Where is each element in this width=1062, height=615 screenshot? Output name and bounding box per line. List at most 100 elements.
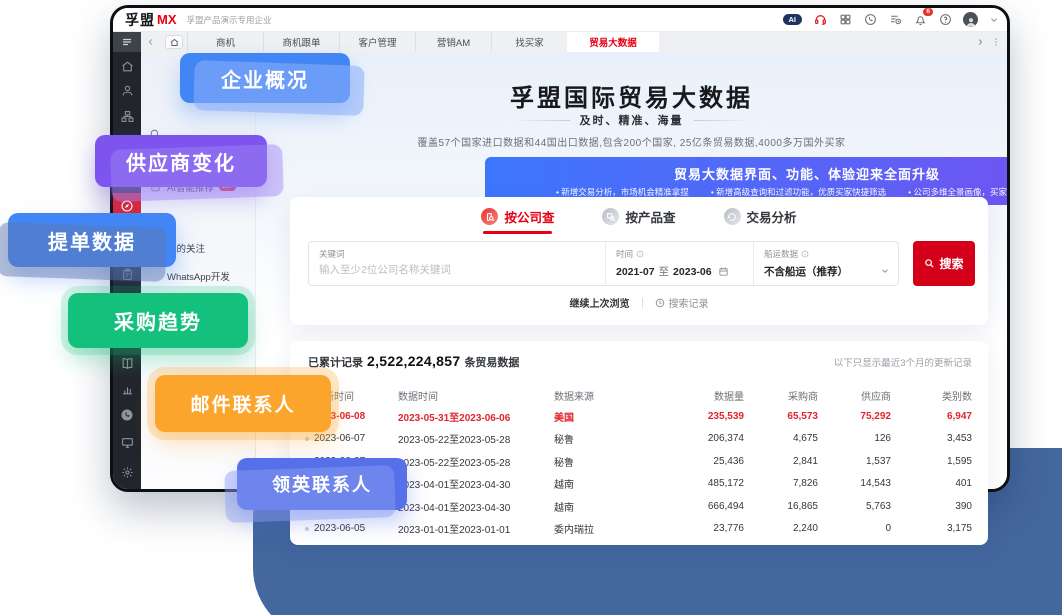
- nav-tab-kehu-guanli[interactable]: 客户管理: [339, 32, 415, 52]
- cell-update: 2023-06-07: [314, 433, 398, 444]
- nav-bar: 商机 商机跟单 客户管理 营销AM 找买家 贸易大数据: [113, 32, 1007, 52]
- nav-tab-shangji[interactable]: 商机: [187, 32, 263, 52]
- cell-suppliers: 75,292: [818, 411, 891, 422]
- cell-buyers: 2,240: [744, 523, 818, 534]
- info-icon: [801, 250, 809, 258]
- bell-icon[interactable]: 6: [913, 13, 927, 27]
- total-prefix: 已累计记录: [308, 354, 363, 370]
- cell-buyers: 4,675: [744, 433, 818, 444]
- page-description: 覆盖57个国家进口数据和44国出口数据,包含200个国家, 25亿条贸易数据,4…: [256, 134, 1007, 149]
- cell-suppliers: 0: [818, 523, 891, 534]
- tab-trade-analysis[interactable]: 交易分析: [724, 207, 797, 234]
- shipping-data-select[interactable]: 船运数据 不含船运（推荐）: [753, 242, 898, 285]
- cell-buyers: 16,865: [744, 501, 818, 512]
- table-row: 2023-06-08 2023-05-31至2023-06-06 美国 235,…: [290, 405, 988, 428]
- tab-search-by-company[interactable]: 按公司查: [481, 207, 554, 234]
- shipping-value: 不含船运（推荐）: [764, 264, 848, 279]
- nav-tab-zhaomaijia[interactable]: 找买家: [491, 32, 567, 52]
- time-separator: 至: [659, 264, 670, 279]
- home-tab-icon[interactable]: [161, 32, 187, 52]
- column-header: 数据时间: [398, 388, 554, 403]
- cell-period: 2023-05-22至2023-05-28: [398, 454, 554, 469]
- monitor-icon[interactable]: [113, 436, 141, 449]
- nav-tab-yingxiao-am[interactable]: 营销AM: [415, 32, 491, 52]
- org-chart-icon[interactable]: [113, 110, 141, 123]
- app-logo-mx: MX: [157, 12, 177, 27]
- home-icon[interactable]: [113, 60, 141, 73]
- feature-label-company-overview: 企业概况: [180, 53, 350, 103]
- column-header: 类别数: [891, 388, 972, 403]
- avatar[interactable]: [963, 12, 978, 27]
- cell-categories: 1,595: [891, 456, 972, 467]
- forward-chevron-icon[interactable]: [975, 37, 985, 47]
- cell-volume: 23,776: [664, 523, 744, 534]
- whatsapp-icon[interactable]: [863, 13, 877, 27]
- cell-buyers: 65,573: [744, 411, 818, 422]
- book-icon[interactable]: [113, 357, 141, 370]
- cell-suppliers: 1,537: [818, 456, 891, 467]
- cell-volume: 25,436: [664, 456, 744, 467]
- top-bar: 孚盟 MX 孚盟产品演示专用企业 AI: [113, 8, 1007, 32]
- continue-browsing-link[interactable]: 继续上次浏览: [570, 295, 630, 310]
- row-dot: [305, 527, 309, 531]
- analysis-icon: [724, 208, 741, 225]
- divider: [514, 120, 570, 121]
- cell-suppliers: 126: [818, 433, 891, 444]
- column-header: 数据来源: [554, 388, 664, 403]
- keyword-label: 关键词: [319, 248, 595, 260]
- search-history-link[interactable]: 搜索记录: [655, 295, 709, 310]
- cell-categories: 401: [891, 478, 972, 489]
- cell-update: 2023-06-05: [314, 523, 398, 534]
- nav-tab-shangji-gendan[interactable]: 商机跟单: [263, 32, 339, 52]
- time-to-value[interactable]: 2023-06: [673, 266, 712, 278]
- cell-source: 越南: [554, 499, 664, 514]
- apps-grid-icon[interactable]: [838, 13, 852, 27]
- hamburger-icon[interactable]: [113, 32, 141, 52]
- cell-buyers: 2,841: [744, 456, 818, 467]
- whatsapp-icon[interactable]: [113, 408, 141, 422]
- column-header: 供应商: [818, 388, 891, 403]
- list-clock-icon[interactable]: [888, 13, 902, 27]
- feature-label-purchase-trend: 采购趋势: [68, 293, 248, 348]
- search-button[interactable]: 搜索: [913, 241, 975, 286]
- time-range-field[interactable]: 时间 2021-07 至 2023-06: [605, 242, 753, 285]
- cell-period: 2023-05-31至2023-06-06: [398, 409, 554, 424]
- cell-suppliers: 5,763: [818, 501, 891, 512]
- keyword-field[interactable]: 关键词: [309, 242, 605, 285]
- page-subtitle: 及时、精准、海量: [580, 112, 684, 128]
- bar-chart-icon[interactable]: [113, 383, 141, 396]
- time-from-value[interactable]: 2021-07: [616, 266, 655, 278]
- page-title: 孚盟国际贸易大数据: [256, 78, 1007, 113]
- feature-label-linkedin-contacts: 领英联系人: [237, 458, 407, 510]
- chevron-down-icon[interactable]: [989, 15, 999, 25]
- back-chevron-icon[interactable]: [141, 32, 161, 52]
- search-form: 关键词 时间 2021-07 至 2023-06 船运数据: [308, 241, 899, 286]
- quick-links: 继续上次浏览 搜索记录: [290, 295, 988, 310]
- cell-period: 2023-05-22至2023-05-28: [398, 431, 554, 446]
- column-header: 采购商: [744, 388, 818, 403]
- cell-categories: 3,453: [891, 433, 972, 444]
- tab-label: 交易分析: [747, 207, 797, 226]
- time-label: 时间: [616, 248, 633, 260]
- feature-label-bill-data: 提单数据: [8, 213, 176, 267]
- help-icon[interactable]: [938, 13, 952, 27]
- cell-volume: 666,494: [664, 501, 744, 512]
- gear-icon[interactable]: [113, 466, 141, 479]
- nav-tab-trade-data-active[interactable]: 贸易大数据: [567, 32, 659, 52]
- chevron-down-icon: [880, 266, 890, 276]
- feature-label-email-contacts: 邮件联系人: [155, 375, 331, 432]
- company-name: 孚盟产品演示专用企业: [187, 14, 272, 26]
- kebab-menu-icon[interactable]: [991, 37, 1001, 47]
- banner-title: 贸易大数据界面、功能、体验迎来全面升级: [485, 164, 1010, 183]
- tab-search-by-product[interactable]: 按产品查: [602, 207, 675, 234]
- cell-source: 委内瑞拉: [554, 521, 664, 536]
- shipping-label: 船运数据: [764, 248, 798, 260]
- sidebar-item-whatsapp-dev[interactable]: WhatsApp开发: [167, 269, 230, 283]
- headset-icon[interactable]: [813, 13, 827, 27]
- info-icon: [636, 250, 644, 258]
- keyword-input[interactable]: [319, 264, 595, 276]
- cell-source: 越南: [554, 476, 664, 491]
- person-icon[interactable]: [113, 84, 141, 97]
- ai-assistant-icon[interactable]: AI: [783, 14, 803, 26]
- table-header: 更新时间 数据时间 数据来源 数据量 采购商 供应商 类别数: [290, 385, 988, 405]
